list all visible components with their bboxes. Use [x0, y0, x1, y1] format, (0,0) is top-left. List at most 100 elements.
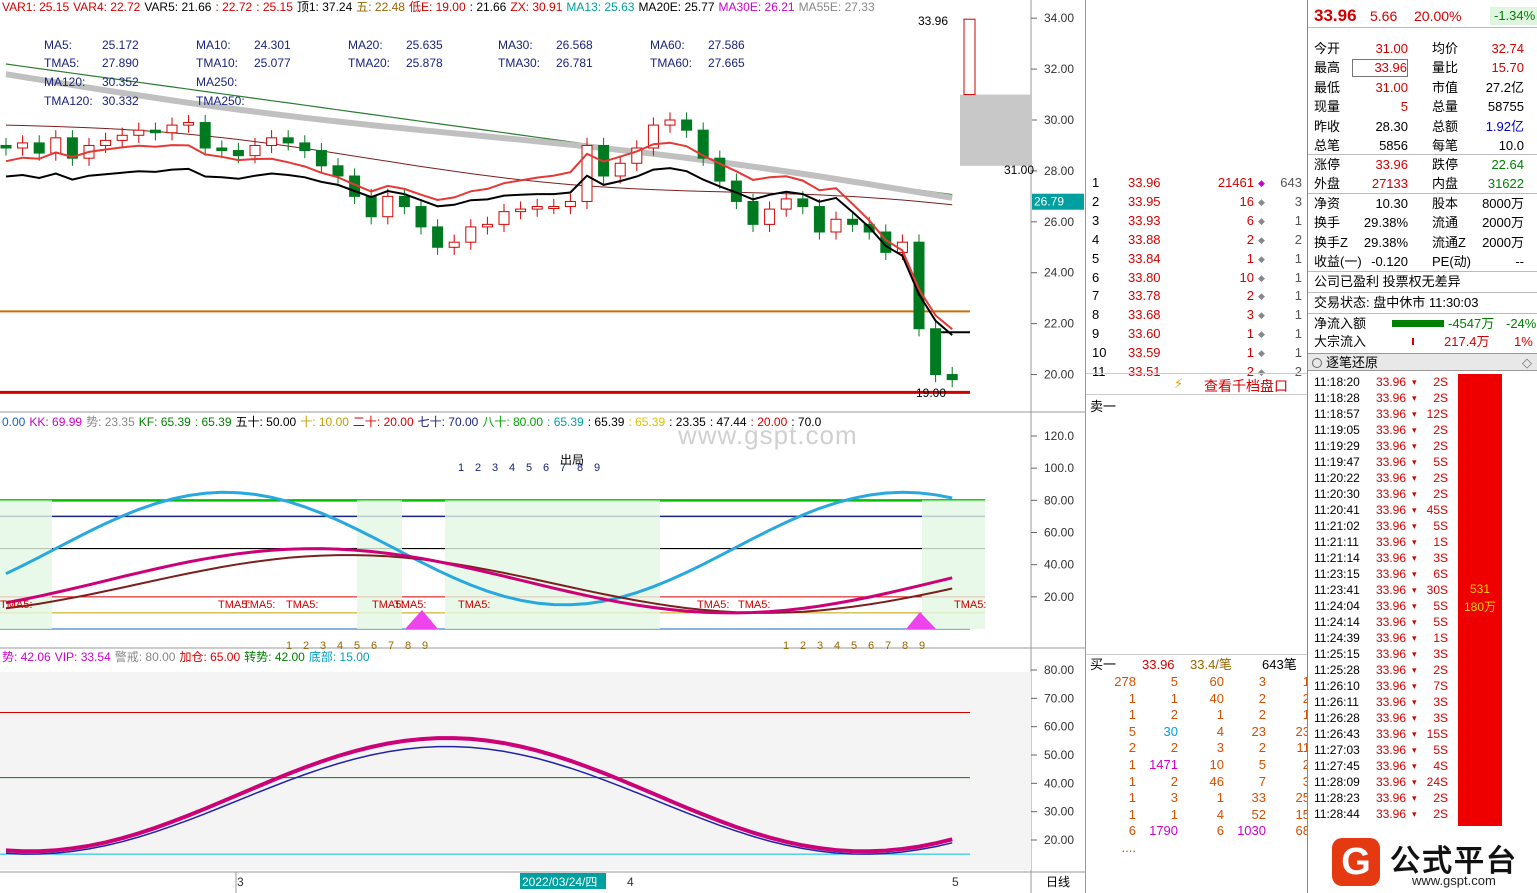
queue-cell: 30: [1163, 723, 1178, 739]
tma-label: TMA5:: [738, 599, 770, 611]
collapse-icon[interactable]: [1312, 358, 1322, 368]
sell-level-n: 4: [1092, 231, 1100, 247]
sell-level-row[interactable]: 10 33.59 1 1 ◆: [1086, 344, 1308, 362]
tick-v: 5S: [1433, 615, 1448, 629]
level-dot-icon: ◆: [1258, 291, 1265, 302]
indicator-value: : 65.39: [547, 415, 584, 429]
queue-cell: 46: [1209, 773, 1224, 789]
quote-l2: 跌停: [1432, 157, 1459, 172]
sell-level-vol: 1: [1246, 345, 1254, 361]
count-label-bottom: 4: [834, 640, 840, 652]
open-line-label: 31.00: [1004, 163, 1034, 177]
sell-level-row[interactable]: 7 33.78 2 1 ◆: [1086, 287, 1308, 305]
queue-cell: 2: [1258, 740, 1266, 756]
lightning-icon: ⚡: [1174, 376, 1184, 391]
queue-cell: ....: [1121, 840, 1136, 855]
sell-level-vol: 2: [1246, 288, 1254, 304]
quote-l1: 净资: [1314, 196, 1341, 211]
sell-level-row[interactable]: 8 33.68 3 1 ◆: [1086, 306, 1308, 324]
trade-status-text: 交易状态: 盘中休市 11:30:03: [1314, 295, 1479, 310]
tick-t: 11:25:28: [1314, 663, 1360, 677]
tick-t: 11:27:45: [1314, 759, 1360, 773]
indicator-value: MA13: 25.63: [566, 0, 635, 14]
indicator-value: VAR1: 25.15: [2, 0, 70, 14]
quote-v1: -0.120: [1371, 254, 1408, 270]
tick-row: 11:18:57 33.96 12S ▾: [1308, 406, 1458, 422]
chart-canvas[interactable]: 34.0032.0030.0028.0026.0024.0022.0020.00…: [0, 0, 1085, 893]
queue-cell: 3: [1280, 774, 1310, 790]
count-label-bottom: 8: [902, 640, 908, 652]
tick-p: 33.96: [1376, 567, 1407, 581]
quote-l2: 总量: [1432, 99, 1459, 115]
sell-level-n: 1: [1092, 175, 1100, 190]
indicator-value: KK: 69.99: [29, 415, 83, 429]
tma-label: TMA5:: [286, 599, 318, 611]
sell-level-row[interactable]: 6 33.80 10 1 ◆: [1086, 269, 1308, 287]
quote-l2: 总额: [1432, 118, 1459, 134]
sell-level-vol: 1: [1246, 326, 1254, 342]
tick-t: 11:20:41: [1314, 503, 1360, 517]
tick-t: 11:28:44: [1314, 807, 1360, 821]
tick-row: 11:23:15 33.96 6S ▾: [1308, 566, 1458, 582]
net-inflow-label: 净流入额: [1314, 316, 1367, 331]
low-label: 19.00: [916, 386, 946, 400]
down-arrow-icon: ▾: [1412, 681, 1417, 691]
sell-level-row[interactable]: 2 33.95 16 3 ◆: [1086, 193, 1308, 211]
tick-v: 2S: [1433, 663, 1448, 677]
tick-row: 11:21:14 33.96 3S ▾: [1308, 550, 1458, 566]
ma-cell: MA5: 25.172: [44, 38, 139, 52]
chart-area[interactable]: 34.00 32.00 30.00 28.00 26.00 24.00 22.00 20.00…: [0, 0, 1085, 893]
candle-body: [432, 226, 444, 248]
count-label-bottom: 6: [868, 640, 874, 652]
tick-t: 11:24:04: [1314, 599, 1360, 613]
tick-v: 3S: [1433, 711, 1448, 725]
ticks-header[interactable]: 逐笔还原 ◇: [1308, 353, 1537, 371]
tick-p: 33.96: [1376, 375, 1407, 389]
net-inflow-row: 净流入额 -4547万 -24%: [1308, 313, 1537, 332]
queue-cell: 1: [1216, 707, 1224, 723]
tick-t: 11:24:39: [1314, 631, 1360, 645]
down-arrow-icon: ▾: [1412, 809, 1417, 819]
count-label-bottom: 5: [851, 640, 857, 652]
count-label-bottom: 3: [817, 640, 823, 652]
bottom-indicator-values: 势: 42.06 VIP: 33.54 警戒: 80.00 加仓: 65.00 转势: …: [2, 650, 374, 664]
queue-cell: 2: [1258, 707, 1266, 723]
sell-level-row[interactable]: 3 33.93 6 1 ◆: [1086, 212, 1308, 230]
sell-level-row[interactable]: 4 33.88 2 2 ◆: [1086, 231, 1308, 249]
candle-body: [830, 218, 842, 233]
expand-icon[interactable]: ◇: [1522, 354, 1532, 372]
sell-level-row[interactable]: 1 33.96 21461 643 ◆: [1086, 174, 1308, 192]
tick-row: 11:25:15 33.96 3S ▾: [1308, 646, 1458, 662]
sell-level-row[interactable]: 9 33.60 1 1 ◆: [1086, 325, 1308, 343]
quote-v2: 10.0: [1498, 138, 1524, 153]
tick-v: 2S: [1433, 807, 1448, 821]
queue-cell: 10: [1209, 757, 1224, 772]
down-arrow-icon: ▾: [1412, 793, 1417, 803]
tma-label: TMA5:: [458, 599, 490, 611]
queue-cell: 5: [1170, 674, 1178, 689]
indicator-value: 警戒: 80.00: [114, 650, 176, 664]
quote-stat-row: 昨收 28.30 总额 1.92亿: [1308, 117, 1537, 136]
tick-t: 11:18:57: [1314, 407, 1360, 421]
view-depth-link[interactable]: 查看千档盘口: [1204, 376, 1288, 396]
osc-axis-label: 20.00: [1044, 590, 1074, 604]
queue-row: 2 2 3 2 11: [1086, 740, 1310, 756]
buy1-row: 买一 33.96 33.4/笔 643笔: [1086, 654, 1308, 674]
candle-body: [614, 162, 626, 177]
quote-l1: 外盘: [1314, 176, 1341, 192]
candle-body: [747, 200, 759, 225]
divider: [1308, 193, 1537, 194]
count-label-top: 1: [458, 462, 464, 474]
quote-v1: 5: [1400, 99, 1408, 115]
quote-v1: 10.30: [1375, 196, 1408, 211]
queue-cell: 60: [1209, 674, 1224, 689]
tma-label: TMA5:: [394, 599, 426, 611]
ma-cell: MA60: 27.586: [650, 38, 745, 52]
quote-v1: 33.96: [1352, 59, 1408, 78]
tick-t: 11:21:11: [1314, 535, 1359, 549]
tick-v: 2S: [1433, 791, 1448, 805]
tick-row: 11:20:22 33.96 2S ▾: [1308, 470, 1458, 486]
sell-level-row[interactable]: 5 33.84 1 1 ◆: [1086, 250, 1308, 268]
indicator-value: : 25.15: [256, 0, 293, 14]
quote-stat-row: 外盘 27133 内盘 31622: [1308, 174, 1537, 193]
